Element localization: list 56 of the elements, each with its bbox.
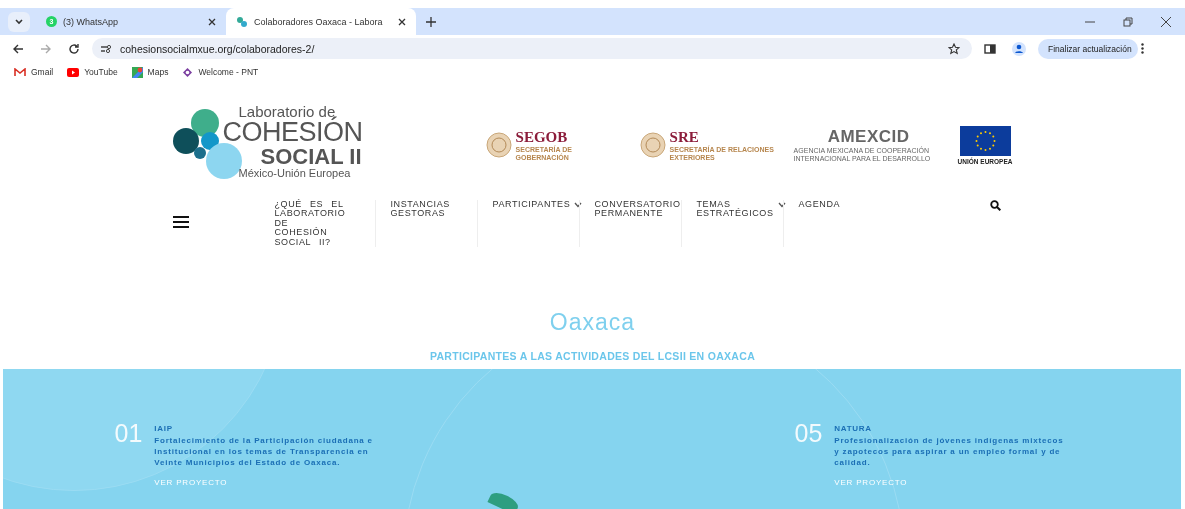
seal-icon [639, 132, 666, 158]
nav-link[interactable]: PARTICIPANTES [476, 200, 579, 248]
menu-icon[interactable] [172, 216, 189, 228]
partner-name: SRE [669, 128, 700, 145]
project-name: NATURA [834, 424, 873, 433]
address-bar[interactable]: cohesionsocialmxue.org/colaboradores-2/ [92, 38, 972, 59]
partner-name: SEGOB [515, 128, 569, 145]
nav-link[interactable]: AGENDA [782, 200, 885, 248]
logo-text: México-Unión Europea [238, 167, 352, 179]
search-icon[interactable] [989, 200, 1001, 211]
play-icon [67, 67, 80, 77]
back-arrow-icon[interactable] [12, 42, 24, 55]
site-favicon-icon [236, 15, 248, 28]
caret-icon [777, 202, 786, 208]
tab-title: Colaboradores Oaxaca - Labora [254, 16, 384, 27]
caret-icon [574, 202, 583, 208]
nav-link[interactable]: ¿QUÉ ES EL LABORATORIO DE COHESIÓN SOCIAL II? [274, 200, 351, 248]
project-description: Profesionalización de jóvenes indígenas mixtecos y zapotecos para aspirar a un empleo formal y de calidad. [834, 435, 1065, 469]
project-description: Fortalecimiento de la Participación ciudadana e Institucional en los temas de Transparencia en Veinte Municipios del Estado de Oaxaca. [154, 435, 374, 469]
close-icon[interactable] [398, 17, 406, 26]
chevron-down-icon [14, 16, 24, 27]
bookmark-link[interactable]: Gmail [14, 67, 54, 77]
swirl-icon [182, 66, 194, 78]
seal-icon [485, 132, 512, 158]
nav-link[interactable]: CONVERSATORIO PERMANENTE [578, 200, 681, 248]
profile-icon[interactable] [1012, 41, 1026, 56]
new-tab-icon[interactable] [426, 16, 436, 27]
reload-icon[interactable] [68, 42, 80, 55]
page-subtitle: PARTICIPANTES A LAS ACTIVIDADES DEL LCSII EN OAXACA [429, 350, 756, 362]
partner-name: AMEXCID [827, 126, 910, 146]
project-name: IAIP [154, 424, 174, 433]
more-menu-icon[interactable] [1140, 43, 1144, 54]
restore-icon[interactable] [1123, 16, 1133, 27]
url-text: cohesionsocialmxue.org/colaboradores-2/ [120, 42, 315, 55]
star-icon[interactable] [948, 42, 960, 55]
close-icon[interactable] [1161, 16, 1171, 27]
bookmark-link[interactable]: YouTube [67, 67, 118, 77]
nav-link[interactable]: TEMAS ESTRATÉGICOS [680, 200, 783, 248]
nav-link[interactable]: INSTANCIAS GESTORAS [374, 200, 477, 248]
site-settings-icon[interactable] [100, 43, 112, 54]
update-button[interactable]: Finalizar actualización [1038, 38, 1138, 59]
side-panel-icon[interactable] [984, 43, 996, 54]
tab-search-button[interactable] [8, 11, 30, 32]
browser-tab[interactable]: Colaboradores Oaxaca - Labora [226, 8, 416, 35]
page-title: Oaxaca [549, 309, 636, 336]
logo-text: COHESIÓN [222, 118, 363, 146]
map-icon [131, 66, 143, 78]
project-number: 01 [114, 421, 143, 449]
close-icon[interactable] [208, 17, 216, 26]
envelope-icon [14, 67, 26, 77]
tab-title: (3) WhatsApp [63, 16, 120, 27]
logo-text: SOCIAL II [260, 145, 363, 168]
bookmark-link[interactable]: Welcome - PNT [182, 66, 259, 78]
project-number: 05 [794, 421, 823, 449]
bookmark-link[interactable]: Maps [131, 66, 169, 78]
eu-flag-icon [959, 125, 1011, 156]
